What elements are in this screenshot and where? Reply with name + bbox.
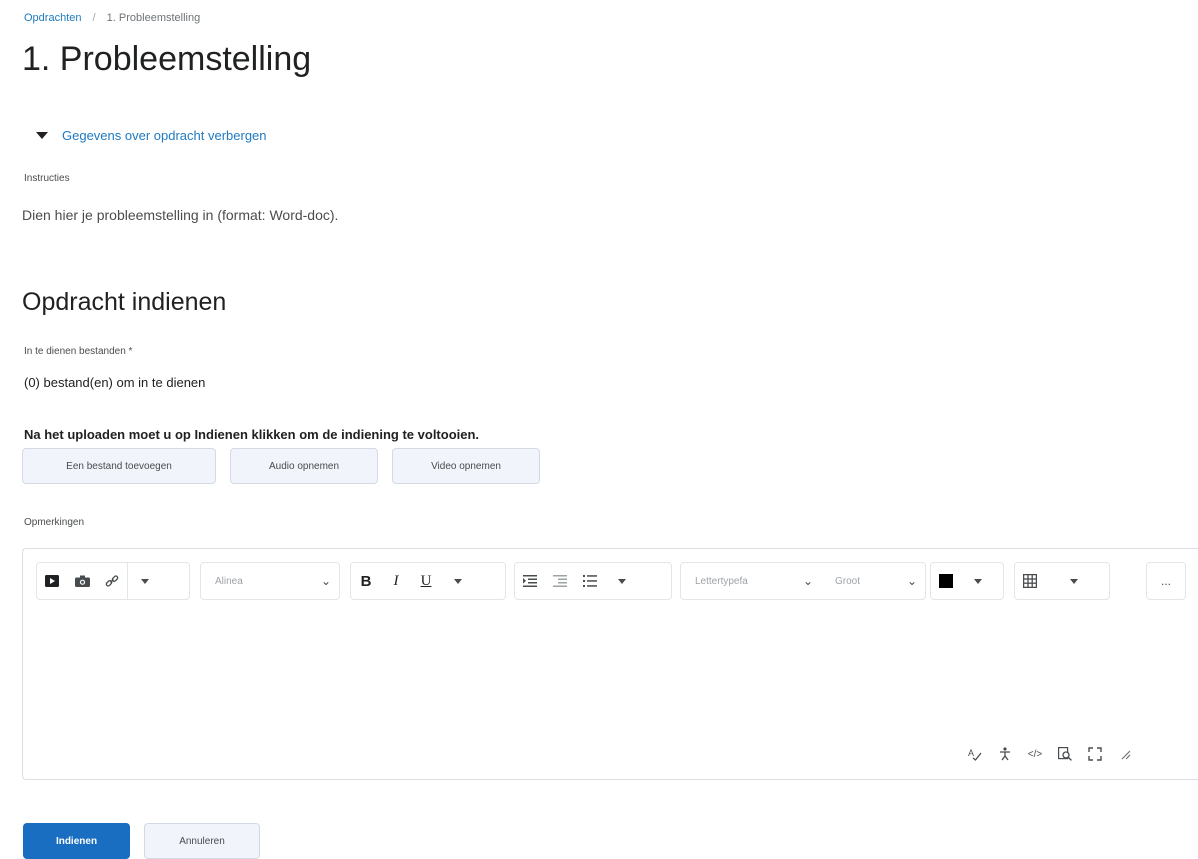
table-more-caret[interactable] (1045, 579, 1103, 584)
add-file-button[interactable]: Een bestand toevoegen (22, 448, 216, 484)
record-audio-button[interactable]: Audio opnemen (230, 448, 378, 484)
paragraph-style-value: Alinea (215, 575, 243, 587)
table-icon[interactable] (1015, 566, 1045, 596)
chevron-down-icon: ⌄ (320, 574, 331, 588)
instructions-text: Dien hier je probleemstelling in (format… (22, 207, 339, 223)
source-code-icon[interactable]: </> (1020, 742, 1050, 766)
files-count: (0) bestand(en) om in te dienen (24, 375, 206, 390)
font-size-select[interactable]: Groot ⌄ (821, 563, 925, 599)
comments-label: Opmerkingen (24, 517, 85, 528)
fullscreen-icon[interactable] (1080, 742, 1110, 766)
underline-button[interactable]: U (411, 566, 441, 596)
instructions-label: Instructies (24, 173, 70, 184)
breadcrumb-separator: / (92, 12, 96, 24)
chevron-down-icon: ⌄ (802, 574, 813, 588)
resize-handle-icon[interactable] (1110, 742, 1140, 766)
accessibility-icon[interactable] (990, 742, 1020, 766)
color-swatch-fill (939, 574, 953, 588)
toolbar-more-button[interactable]: ... (1146, 562, 1186, 600)
paragraph-more-caret[interactable] (605, 579, 639, 584)
cancel-button[interactable]: Annuleren (144, 823, 260, 859)
toolbar-table-group (1014, 562, 1110, 600)
submit-button[interactable]: Indienen (23, 823, 130, 859)
details-toggle[interactable]: Gegevens over opdracht verbergen (36, 128, 267, 143)
spellcheck-icon[interactable]: A (960, 742, 990, 766)
italic-button[interactable]: I (381, 566, 411, 596)
page-title: 1. Probleemstelling (22, 40, 312, 78)
font-family-value: Lettertypefa (695, 575, 748, 587)
preview-icon[interactable] (1050, 742, 1080, 766)
upload-notice: Na het uploaden moet u op Indienen klikk… (24, 427, 480, 442)
editor-footer-tools: A </> (960, 742, 1140, 766)
breadcrumb: Opdrachten / 1. Probleemstelling (24, 12, 200, 24)
toolbar-font-group: Lettertypefa ⌄ Groot ⌄ (680, 562, 926, 600)
bold-button[interactable]: B (351, 566, 381, 596)
font-family-select[interactable]: Lettertypefa ⌄ (681, 563, 821, 599)
record-video-button[interactable]: Video opnemen (392, 448, 540, 484)
text-color-picker[interactable] (930, 562, 1004, 600)
list-icon[interactable] (575, 566, 605, 596)
insert-more-caret[interactable] (128, 579, 162, 584)
outdent-icon[interactable] (545, 566, 575, 596)
files-label: In te dienen bestanden * (24, 346, 133, 357)
font-size-value: Groot (835, 575, 861, 587)
toolbar-paragraph-group (514, 562, 672, 600)
more-icon: ... (1160, 574, 1171, 588)
camera-icon[interactable] (67, 566, 97, 596)
indent-icon[interactable] (515, 566, 545, 596)
link-icon[interactable] (97, 566, 127, 596)
format-more-caret[interactable] (441, 579, 475, 584)
submit-section-title: Opdracht indienen (22, 288, 227, 316)
breadcrumb-link-assignments[interactable]: Opdrachten (24, 12, 81, 24)
paragraph-style-select[interactable]: Alinea ⌄ (200, 562, 340, 600)
chevron-down-icon: ⌄ (906, 574, 917, 588)
color-more-caret[interactable] (961, 579, 995, 584)
breadcrumb-current: 1. Probleemstelling (106, 12, 201, 24)
video-icon[interactable] (37, 566, 67, 596)
svg-text:A: A (968, 748, 974, 758)
toolbar-format-group: B I U (350, 562, 506, 600)
details-toggle-label: Gegevens over opdracht verbergen (62, 128, 267, 143)
color-swatch (931, 566, 961, 596)
toolbar-insert-group (36, 562, 190, 600)
caret-down-icon (36, 132, 48, 139)
